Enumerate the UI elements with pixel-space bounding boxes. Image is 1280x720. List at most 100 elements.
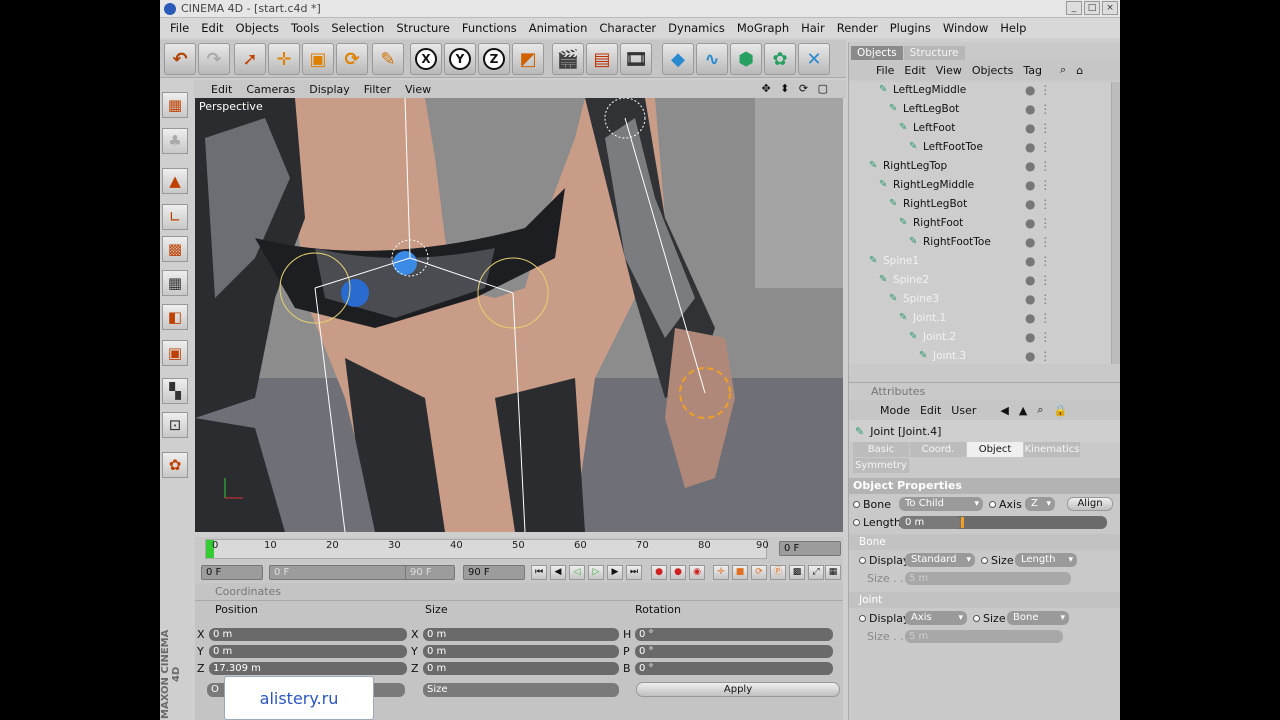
tree-item[interactable]: ✎ LeftLegBot ● ⋮ — [889, 99, 1109, 118]
up-arrow-icon[interactable]: ▲ — [1014, 404, 1032, 417]
tweak-mode-button[interactable]: ▣ — [162, 340, 188, 366]
search-icon[interactable]: ⌕ — [1032, 403, 1048, 417]
obj-menu-file[interactable]: File — [871, 64, 899, 77]
sculpt-button[interactable]: ✿ — [162, 452, 188, 478]
render-view-button[interactable]: 🎬 — [552, 43, 584, 75]
visibility-dots-icon[interactable]: ● ⋮ — [1025, 178, 1051, 192]
size-radio[interactable] — [981, 556, 988, 564]
tree-item[interactable]: ✎ RightFoot ● ⋮ — [899, 213, 1109, 232]
size-y-field[interactable]: 0 m — [423, 644, 619, 658]
search-icon[interactable]: ⌕ — [1055, 63, 1071, 77]
size-mode-dropdown[interactable]: Size — [423, 683, 619, 697]
joint-subsection-header[interactable]: Joint — [849, 592, 1120, 608]
viewport-nav-icons[interactable]: ✥ ⬍ ⟳ ▢ — [754, 82, 838, 95]
rot-b-field[interactable]: 0 ° — [635, 661, 833, 675]
key-pla-button[interactable]: ▩ — [789, 565, 805, 580]
visibility-dots-icon[interactable]: ● ⋮ — [1025, 159, 1051, 173]
y-axis-button[interactable]: Y — [444, 43, 476, 75]
tree-item[interactable]: ✎ Joint.2 ● ⋮ — [909, 327, 1109, 346]
visibility-dots-icon[interactable]: ● ⋮ — [1025, 311, 1051, 325]
edges-mode-button[interactable]: ▦ — [162, 270, 188, 296]
visibility-dots-icon[interactable]: ● ⋮ — [1025, 140, 1051, 154]
visibility-dots-icon[interactable]: ● ⋮ — [1025, 197, 1051, 211]
pos-x-field[interactable]: 0 m — [209, 627, 407, 641]
menu-file[interactable]: File — [164, 21, 195, 35]
close-icon[interactable]: × — [1102, 1, 1118, 15]
checker-button[interactable]: ▚ — [162, 378, 188, 404]
viewport-menu-cameras[interactable]: Cameras — [239, 83, 302, 96]
rot-h-field[interactable]: 0 ° — [635, 627, 833, 641]
play-button[interactable]: ▷ — [588, 565, 604, 580]
cube-primitive-button[interactable]: ◆ — [662, 43, 694, 75]
tree-item[interactable]: ✎ Joint.1 ● ⋮ — [899, 308, 1109, 327]
nurbs-button[interactable]: ⬢ — [730, 43, 762, 75]
tree-item[interactable]: ✎ Joint.3 ● ⋮ — [919, 346, 1109, 364]
viewport-menu-display[interactable]: Display — [302, 83, 357, 96]
bone-subsection-header[interactable]: Bone — [849, 534, 1120, 550]
menu-objects[interactable]: Objects — [230, 21, 285, 35]
menu-structure[interactable]: Structure — [390, 21, 456, 35]
visibility-dots-icon[interactable]: ● ⋮ — [1025, 121, 1051, 135]
object-tree-scrollbar[interactable] — [1111, 82, 1120, 364]
goto-end-button[interactable]: ⏭ — [626, 565, 642, 580]
joint-size-radio[interactable] — [973, 614, 980, 622]
prev-frame-button[interactable]: ◀ — [550, 565, 566, 580]
visibility-dots-icon[interactable]: ● ⋮ — [1025, 83, 1051, 97]
rot-p-field[interactable]: 0 ° — [635, 644, 833, 658]
attr-menu-edit[interactable]: Edit — [915, 404, 946, 417]
current-frame-field[interactable]: 0 F — [779, 541, 841, 556]
menu-plugins[interactable]: Plugins — [884, 21, 937, 35]
move-button[interactable]: ✛ — [268, 43, 300, 75]
apply-button[interactable]: Apply — [636, 682, 840, 697]
axis-radio[interactable] — [989, 500, 996, 508]
viewport-menu-edit[interactable]: Edit — [204, 83, 239, 96]
menu-tools[interactable]: Tools — [285, 21, 325, 35]
menu-animation[interactable]: Animation — [523, 21, 594, 35]
tree-item[interactable]: ✎ LeftLegMiddle ● ⋮ — [879, 82, 1109, 99]
start-frame-field[interactable]: 0 F — [201, 565, 263, 580]
next-frame-button[interactable]: ▶ — [607, 565, 623, 580]
menu-help[interactable]: Help — [994, 21, 1032, 35]
menu-selection[interactable]: Selection — [325, 21, 390, 35]
align-button[interactable]: Align — [1067, 497, 1113, 511]
tab-object[interactable]: Object — [967, 442, 1023, 457]
obj-menu-objects[interactable]: Objects — [967, 64, 1019, 77]
tab-symmetry[interactable]: Symmetry — [853, 458, 909, 473]
visibility-dots-icon[interactable]: ● ⋮ — [1025, 273, 1051, 287]
key-scale-button[interactable]: ■ — [732, 565, 748, 580]
joint-display-radio[interactable] — [859, 614, 866, 622]
tab-kinematics[interactable]: Kinematics — [1024, 442, 1080, 457]
menu-functions[interactable]: Functions — [456, 21, 523, 35]
visibility-dots-icon[interactable]: ● ⋮ — [1025, 349, 1051, 363]
snap-button[interactable]: ⊡ — [162, 412, 188, 438]
tab-objects[interactable]: Objects — [851, 46, 903, 60]
key-position-button[interactable]: ✛ — [713, 565, 729, 580]
spline-button[interactable]: ∿ — [696, 43, 728, 75]
autokey-button[interactable]: ● — [670, 565, 686, 580]
render-picture-viewer-button[interactable]: ▤ — [586, 43, 618, 75]
key-parameter-button[interactable]: Ⓟ — [770, 565, 786, 580]
coordinate-system-button[interactable]: ◩ — [512, 43, 544, 75]
bone-size-dropdown[interactable]: Length — [1015, 553, 1077, 567]
object-axis-button[interactable]: ∟ — [162, 204, 188, 230]
polygons-mode-button[interactable]: ◧ — [162, 304, 188, 330]
undo-button[interactable]: ↶ — [164, 43, 196, 75]
size-z-field[interactable]: 0 m — [423, 661, 619, 675]
record-button[interactable]: ● — [651, 565, 667, 580]
bone-dropdown[interactable]: To Child — [899, 497, 983, 511]
menu-edit[interactable]: Edit — [195, 21, 229, 35]
joint-display-dropdown[interactable]: Axis — [905, 611, 967, 625]
goto-start-button[interactable]: ⏮ — [531, 565, 547, 580]
slider-handle[interactable] — [961, 516, 964, 528]
redo-button[interactable]: ↷ — [198, 43, 230, 75]
pos-z-field[interactable]: 17.309 m — [209, 661, 407, 675]
display-radio[interactable] — [859, 556, 866, 564]
visibility-dots-icon[interactable]: ● ⋮ — [1025, 292, 1051, 306]
live-selection-button[interactable]: ➚ — [234, 43, 266, 75]
timeline-scale[interactable]: 0 10 20 30 40 50 60 70 80 90 — [205, 539, 769, 559]
keyframe-selection-button[interactable]: ◉ — [689, 565, 705, 580]
home-icon[interactable]: ⌂ — [1071, 64, 1088, 77]
scale-button[interactable]: ▣ — [302, 43, 334, 75]
menu-character[interactable]: Character — [593, 21, 662, 35]
axis-dropdown[interactable]: Z — [1025, 497, 1055, 511]
